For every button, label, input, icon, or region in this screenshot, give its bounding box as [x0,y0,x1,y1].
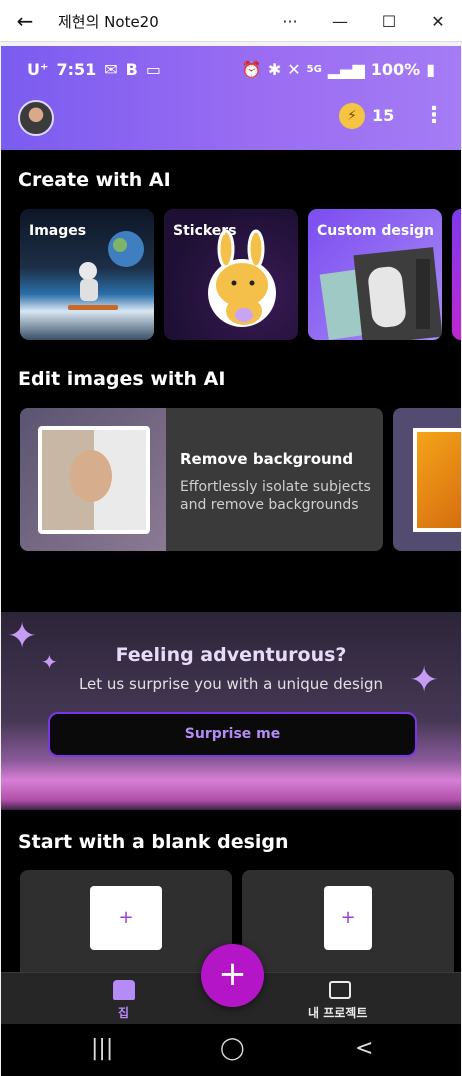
custom-design-card[interactable]: Custom design [308,209,442,340]
next-edit-card-peek[interactable] [393,408,461,551]
more-options-icon[interactable]: ··· [275,6,305,36]
create-section-title: Create with AI [18,169,171,191]
recents-icon[interactable]: ||| [91,1036,113,1061]
alarm-icon: ⏰ [241,60,262,79]
home-icon[interactable] [113,980,135,1000]
stickers-card[interactable]: Stickers [164,209,298,340]
remove-background-description: Effortlessly isolate subjects and remove… [180,479,371,513]
phone-screen: U⁺ 7:51 ✉ B ▭ ⏰ ✱ ✕ 5G ▂▄▆ 100% ▮ ⚡ 15 ⋮… [1,46,461,1076]
folder-icon[interactable] [329,981,351,999]
blank-portrait-sheet: + [324,886,372,950]
avatar[interactable] [18,100,54,136]
signal-icon: ▂▄▆ [327,60,365,79]
portrait-photo [38,426,150,534]
status-bar: U⁺ 7:51 ✉ B ▭ ⏰ ✱ ✕ 5G ▂▄▆ 100% ▮ [1,46,461,96]
home-button-icon[interactable]: ◯ [220,1036,245,1061]
mute-icon: ✕ [287,60,301,79]
remove-background-thumbnail [20,408,166,551]
promo-title: Feeling adventurous? [115,644,347,666]
clock: 7:51 [56,60,97,79]
blank-square-sheet: + [90,886,162,950]
remove-background-title: Remove background [180,450,354,468]
maximize-button[interactable]: ☐ [374,6,404,36]
window-title: 제현의 Note20 [58,13,159,31]
battery-level: 100% [370,60,421,79]
system-navigation-bar: ||| ◯ < [1,1024,461,1076]
cast-icon: ▭ [145,60,161,79]
carrier-label: U⁺ [27,60,49,79]
next-card-peek[interactable] [452,209,461,340]
coin-icon[interactable]: ⚡ [339,103,365,129]
close-button[interactable]: ✕ [423,6,453,36]
edit-section-title: Edit images with AI [18,368,226,390]
stickers-card-label: Stickers [173,223,237,239]
5g-icon: 5G [306,64,322,75]
promo-subtitle: Let us surprise you with a unique design [78,675,384,693]
remove-background-card[interactable]: Remove background Effortlessly isolate s… [20,408,383,551]
battery-icon: ▮ [426,60,435,79]
coin-count[interactable]: 15 [372,106,394,125]
bluetooth-icon: ✱ [267,60,282,79]
custom-design-card-label: Custom design [317,223,434,239]
back-icon[interactable]: < [355,1036,373,1061]
images-card-label: Images [29,223,87,239]
projects-tab-label[interactable]: 내 프로젝트 [308,1004,367,1021]
create-fab-button[interactable]: + [201,944,264,1007]
surprise-me-button[interactable]: Surprise me [48,712,417,757]
minimize-button[interactable]: — [325,6,355,36]
mail-icon: ✉ [104,60,118,79]
app-header: ⚡ 15 ⋮ [1,96,461,150]
home-tab-label[interactable]: 집 [118,1004,129,1021]
window-title-bar: ← 제현의 Note20 ··· — ☐ ✕ [0,0,462,42]
more-menu-icon[interactable]: ⋮ [423,102,445,132]
images-card[interactable]: Images [20,209,154,340]
b-icon: B [125,60,138,79]
blank-section-title: Start with a blank design [18,831,289,853]
back-arrow-icon[interactable]: ← [10,6,40,36]
surprise-promo-banner: ✦ ✦ ✦ Feeling adventurous? Let us surpri… [1,612,461,810]
